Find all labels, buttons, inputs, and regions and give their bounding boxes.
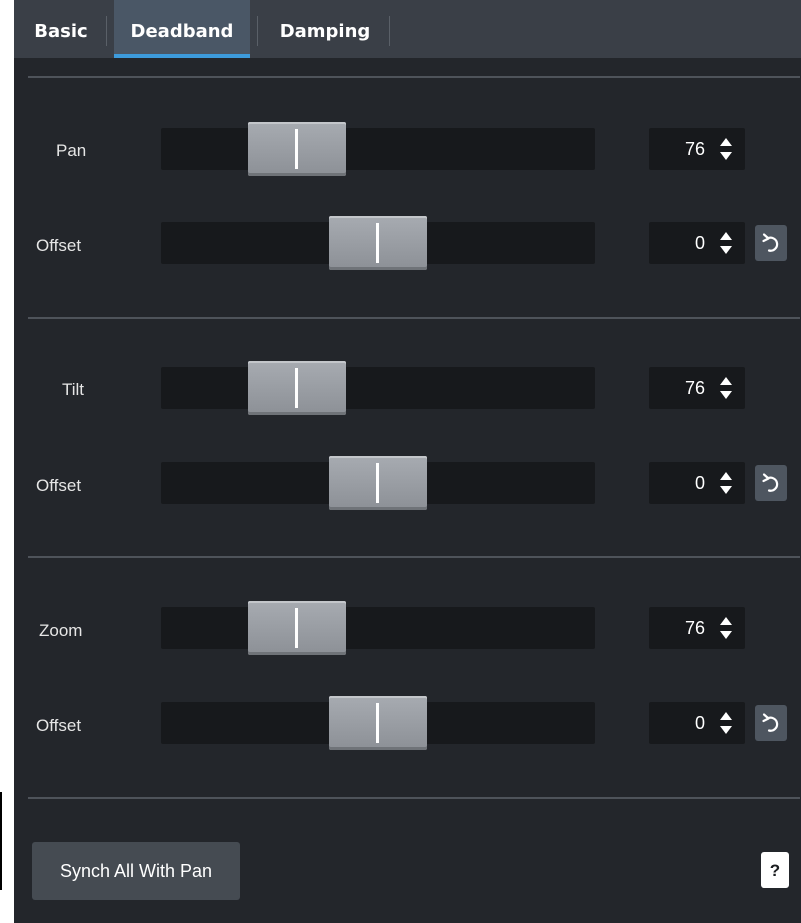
reset-icon [762,233,779,252]
reset-icon [762,473,779,492]
up-down-arrows-icon[interactable] [719,616,733,640]
tab-separator [389,16,390,46]
zoom-value-spinner[interactable]: 76 [649,607,745,649]
up-down-arrows-icon[interactable] [719,711,733,735]
tilt-slider-thumb[interactable] [248,361,346,415]
tab-basic[interactable]: Basic [18,0,104,58]
thumb-grip [376,703,379,743]
active-tab-indicator [114,54,250,58]
tilt-slider[interactable] [161,361,595,415]
pan-offset-label: Offset [36,236,82,255]
up-down-arrows-icon[interactable] [719,376,733,400]
thumb-grip [295,129,298,169]
tilt-offset-label: Offset [36,476,82,495]
zoom-offset-slider-thumb[interactable] [329,696,427,750]
zoom-slider[interactable] [161,601,595,655]
section-divider [28,76,800,78]
pan-offset-reset-button[interactable] [755,225,787,261]
tilt-offset-reset-button[interactable] [755,465,787,501]
section-divider [28,797,800,799]
thumb-grip [295,608,298,648]
reset-icon [762,713,779,732]
zoom-slider-thumb[interactable] [248,601,346,655]
tab-bar: Basic Deadband Damping [14,0,801,58]
tilt-offset-slider[interactable] [161,456,595,510]
thumb-grip [376,223,379,263]
tab-separator [257,16,258,46]
up-down-arrows-icon[interactable] [719,471,733,495]
pan-value-spinner[interactable]: 76 [649,128,745,170]
zoom-offset-reset-button[interactable] [755,705,787,741]
pan-offset-slider[interactable] [161,216,595,270]
section-divider [28,556,800,558]
zoom-offset-value: 0 [694,713,705,733]
up-down-arrows-icon[interactable] [719,231,733,255]
window-edge [0,792,2,890]
zoom-offset-slider[interactable] [161,696,595,750]
tilt-value-spinner[interactable]: 76 [649,367,745,409]
pan-offset-slider-thumb[interactable] [329,216,427,270]
thumb-grip [376,463,379,503]
zoom-value: 76 [684,618,705,638]
tab-deadband-label: Deadband [130,21,234,42]
tilt-offset-slider-thumb[interactable] [329,456,427,510]
help-button[interactable]: ? [761,852,789,888]
pan-offset-value: 0 [694,233,705,253]
pan-offset-value-spinner[interactable]: 0 [649,222,745,264]
zoom-label: Zoom [39,621,83,640]
tab-basic-label: Basic [34,21,88,42]
synch-all-with-pan-button[interactable]: Synch All With Pan [32,842,240,900]
tilt-value: 76 [684,378,705,398]
thumb-grip [295,368,298,408]
pan-slider[interactable] [161,122,595,176]
tab-damping-label: Damping [279,21,371,42]
deadband-panel: Basic Deadband Damping Pan 76 Offset 0 T… [14,0,801,923]
zoom-offset-label: Offset [36,716,82,735]
tab-damping[interactable]: Damping [264,0,386,58]
tab-separator [106,16,107,46]
section-divider [28,317,800,319]
tab-deadband[interactable]: Deadband [114,0,250,58]
up-down-arrows-icon[interactable] [719,137,733,161]
pan-slider-thumb[interactable] [248,122,346,176]
pan-value: 76 [684,139,705,159]
zoom-offset-value-spinner[interactable]: 0 [649,702,745,744]
tilt-offset-value-spinner[interactable]: 0 [649,462,745,504]
tilt-offset-value: 0 [694,473,705,493]
